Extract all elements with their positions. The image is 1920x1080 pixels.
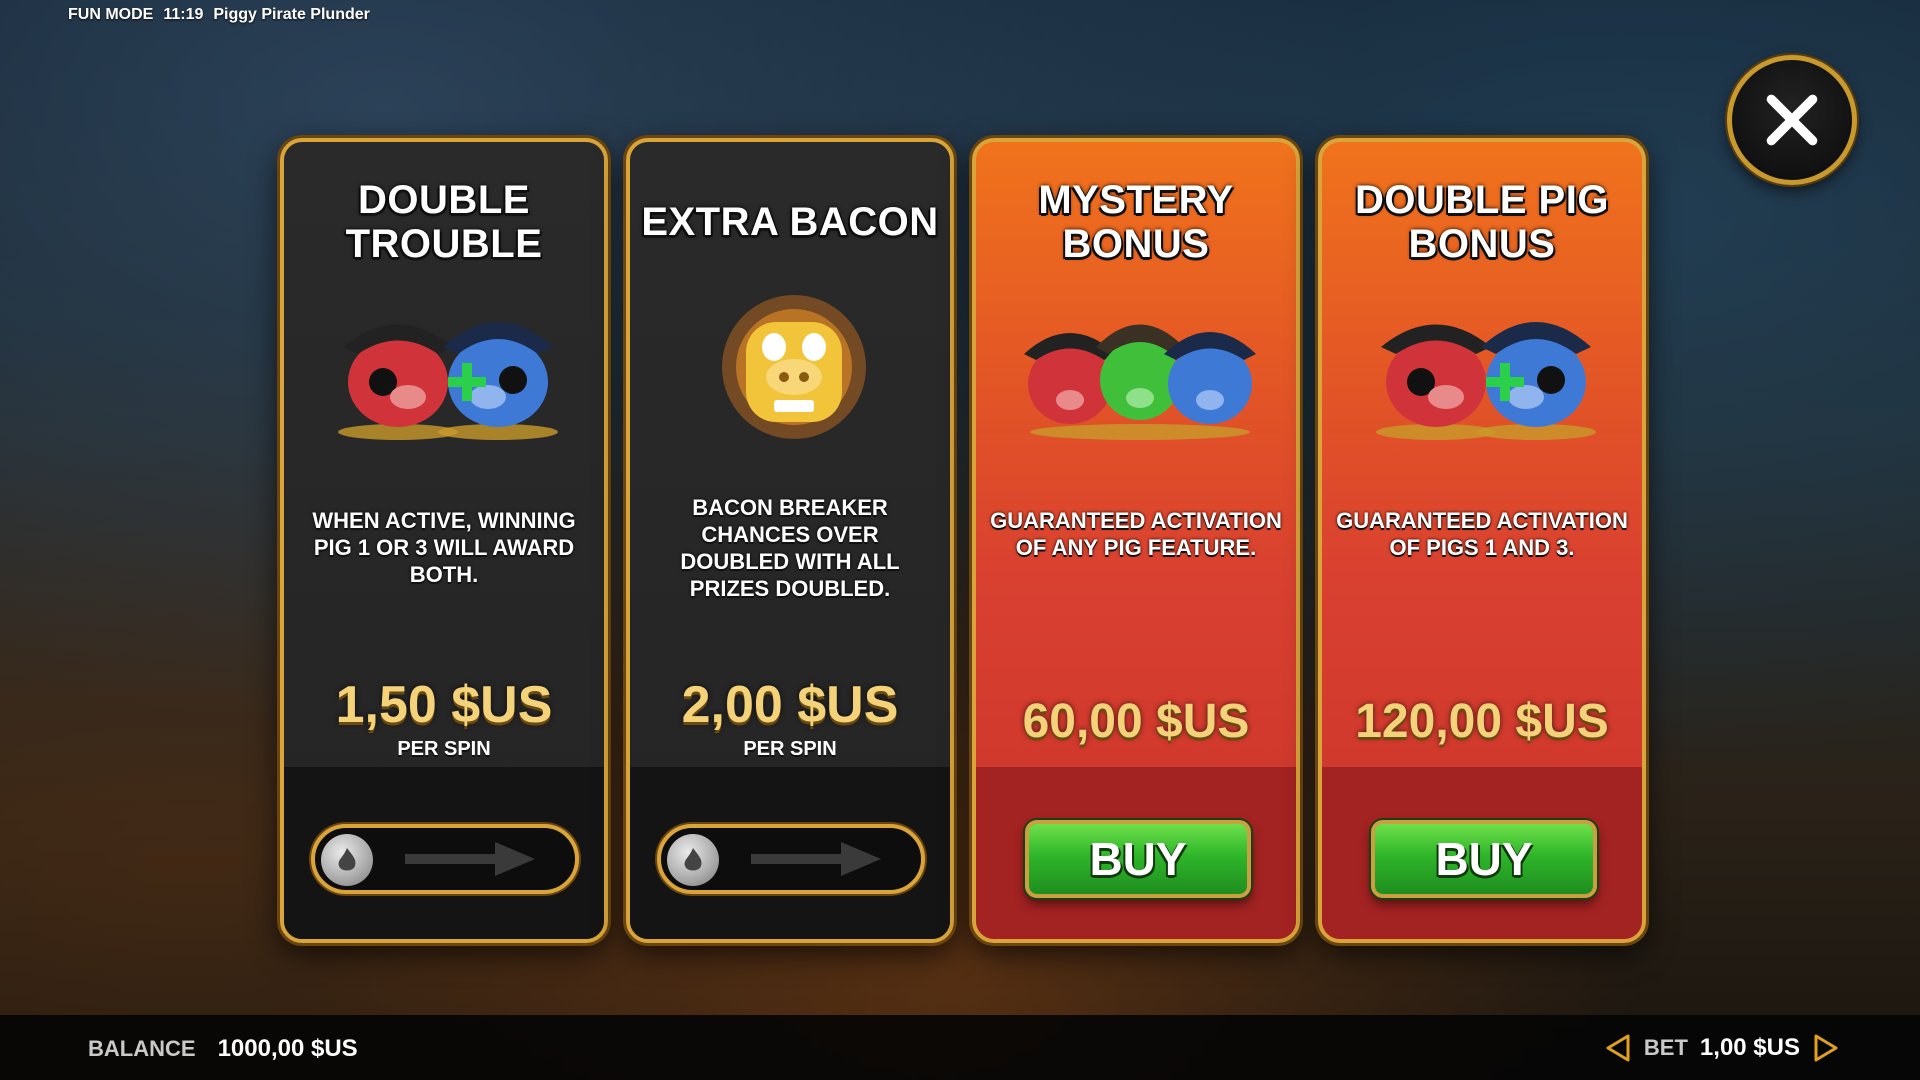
three-pigs-image [1024, 324, 1256, 440]
bottom-bar: BALANCE 1000,00 $US BET 1,00 $US [0, 1015, 1920, 1080]
toggle-knob[interactable] [321, 834, 373, 886]
top-info: FUN MODE 11:19 Piggy Pirate Plunder [68, 6, 370, 24]
close-icon [1766, 94, 1818, 146]
activate-toggle[interactable] [311, 824, 579, 894]
pirate-pigs-image [338, 322, 558, 440]
card-description: GUARANTEED ACTIVATION OF ANY PIG FEATURE… [990, 508, 1282, 560]
price: 1,50 $US [335, 676, 553, 734]
card-double-trouble: DOUBLE TROUBLE WHEN ACTIVE, WINNING PIG … [280, 138, 608, 943]
close-button[interactable] [1727, 55, 1857, 185]
bet-label: BET [1643, 1035, 1688, 1060]
card-extra-bacon: EXTRA BACON BACON BREAKER CHANCES OVER D… [626, 138, 954, 943]
card-title: EXTRA BACON [641, 200, 939, 244]
card-description: GUARANTEED ACTIVATION OF PIGS 1 AND 3. [1336, 508, 1628, 560]
card-double-pig-bonus: DOUBLE PIG BONUS GUARANTEED ACTIVATION O… [1318, 138, 1646, 943]
buy-button[interactable]: BUY [1025, 820, 1251, 898]
card-description: WHEN ACTIVE, WINNING PIG 1 OR 3 WILL AWA… [312, 508, 576, 587]
bet-control: BET 1,00 $US [1604, 1033, 1840, 1063]
activate-toggle[interactable] [657, 824, 925, 894]
card-title: DOUBLE TROUBLE [345, 178, 543, 266]
pirate-pigs-image [1376, 322, 1596, 440]
balance-value: 1000,00 $US [217, 1035, 358, 1062]
arrow-right-icon [405, 842, 535, 876]
price: 120,00 $US [1355, 695, 1609, 748]
game-title: Piggy Pirate Plunder [213, 6, 370, 23]
balance-label: BALANCE [88, 1036, 196, 1061]
price-sub: PER SPIN [397, 738, 491, 760]
price: 60,00 $US [1022, 695, 1250, 748]
toggle-knob[interactable] [667, 834, 719, 886]
card-title: DOUBLE PIG BONUS [1355, 178, 1609, 266]
mode-label: FUN MODE [68, 6, 154, 23]
price-sub: PER SPIN [743, 738, 837, 760]
bet-value: 1,00 $US [1699, 1034, 1800, 1061]
card-title: MYSTERY BONUS [1038, 178, 1234, 266]
buy-button[interactable]: BUY [1371, 820, 1597, 898]
balance: BALANCE 1000,00 $US [88, 1035, 358, 1063]
flame-icon [684, 848, 702, 871]
arrow-right-icon [751, 842, 881, 876]
card-description: BACON BREAKER CHANCES OVER DOUBLED WITH … [680, 495, 900, 601]
triangle-right-icon[interactable] [1812, 1033, 1840, 1063]
card-mystery-bonus: MYSTERY BONUS GUARANTEED ACTIVATION OF A… [972, 138, 1300, 943]
flame-icon [338, 848, 356, 871]
clock: 11:19 [163, 6, 204, 23]
golden-pig-image [722, 295, 866, 439]
triangle-left-icon[interactable] [1604, 1033, 1632, 1063]
price: 2,00 $US [681, 676, 899, 734]
